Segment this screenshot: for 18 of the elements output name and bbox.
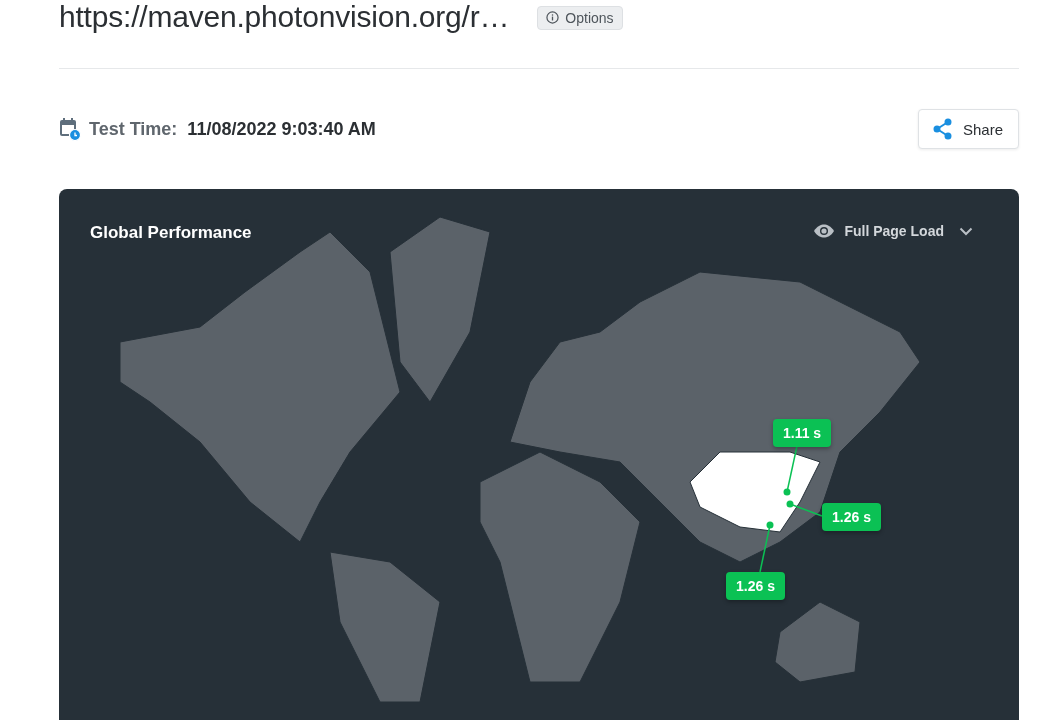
- pin-marker: [783, 445, 798, 496]
- eye-icon: [813, 224, 836, 238]
- load-time-label: 1.26 s: [726, 572, 785, 600]
- test-time-label: Test Time:: [89, 118, 178, 140]
- pin-marker: [759, 521, 774, 573]
- metric-dropdown[interactable]: Full Page Load: [813, 221, 973, 241]
- card-title: Global Performance: [90, 223, 252, 243]
- info-icon: [546, 11, 560, 24]
- load-time-label: 1.26 s: [822, 503, 881, 531]
- share-icon: [932, 118, 953, 140]
- pin-marker: [786, 500, 823, 517]
- page-title: https://maven.photonvision.org/r…: [59, 0, 510, 34]
- options-button[interactable]: Options: [537, 5, 623, 30]
- calendar-clock-icon: [59, 117, 81, 141]
- test-time-value: 11/08/2022 9:03:40 AM: [187, 118, 376, 140]
- load-time-label: 1.11 s: [773, 419, 832, 447]
- chevron-down-icon: [959, 226, 973, 236]
- share-button[interactable]: Share: [917, 109, 1019, 149]
